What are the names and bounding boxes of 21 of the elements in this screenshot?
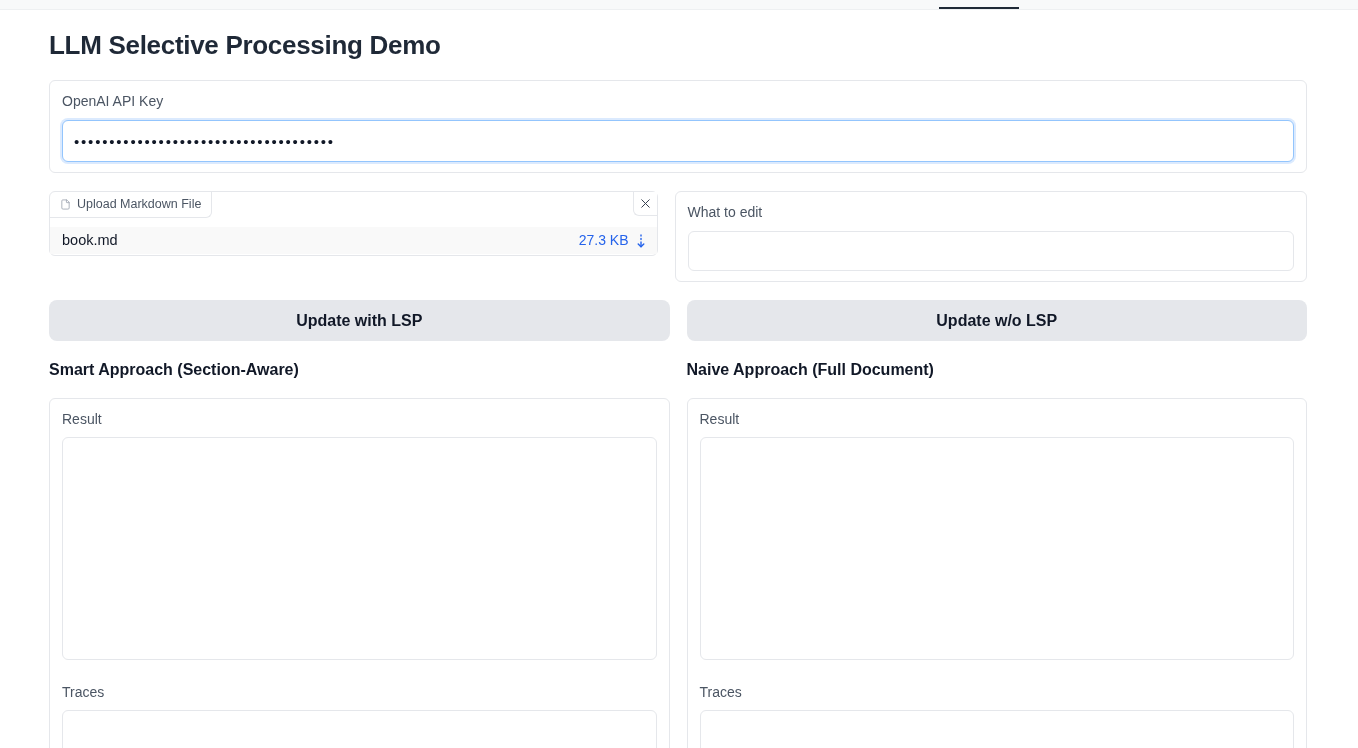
file-size[interactable]: 27.3 KB bbox=[578, 230, 629, 251]
upload-label: Upload Markdown File bbox=[77, 196, 202, 214]
page-title: LLM Selective Processing Demo bbox=[49, 29, 442, 61]
field-label: Traces bbox=[699, 683, 743, 701]
field-label: Result bbox=[62, 410, 103, 428]
update-button[interactable]: Update with LSP bbox=[49, 300, 670, 341]
field-label: Result bbox=[699, 410, 741, 428]
section-heading: Smart Approach (Section-Aware) bbox=[49, 360, 300, 380]
update-button[interactable]: Update w/o LSP bbox=[686, 300, 1307, 341]
file-name: book.md bbox=[62, 230, 118, 250]
api-key-input[interactable]: ••••••••••••••••••••••••••••••••••••• bbox=[62, 120, 1294, 162]
edit-input[interactable] bbox=[687, 231, 1294, 271]
field-label: Traces bbox=[62, 683, 106, 701]
output-textarea[interactable] bbox=[699, 437, 1294, 660]
download-icon[interactable] bbox=[636, 233, 645, 248]
file-icon bbox=[60, 199, 71, 210]
output-textarea[interactable] bbox=[62, 437, 657, 660]
close-button[interactable] bbox=[632, 192, 657, 216]
field-label: What to edit bbox=[687, 203, 764, 221]
section-heading: Naive Approach (Full Document) bbox=[686, 360, 935, 380]
field-label: OpenAI API Key bbox=[62, 92, 165, 110]
